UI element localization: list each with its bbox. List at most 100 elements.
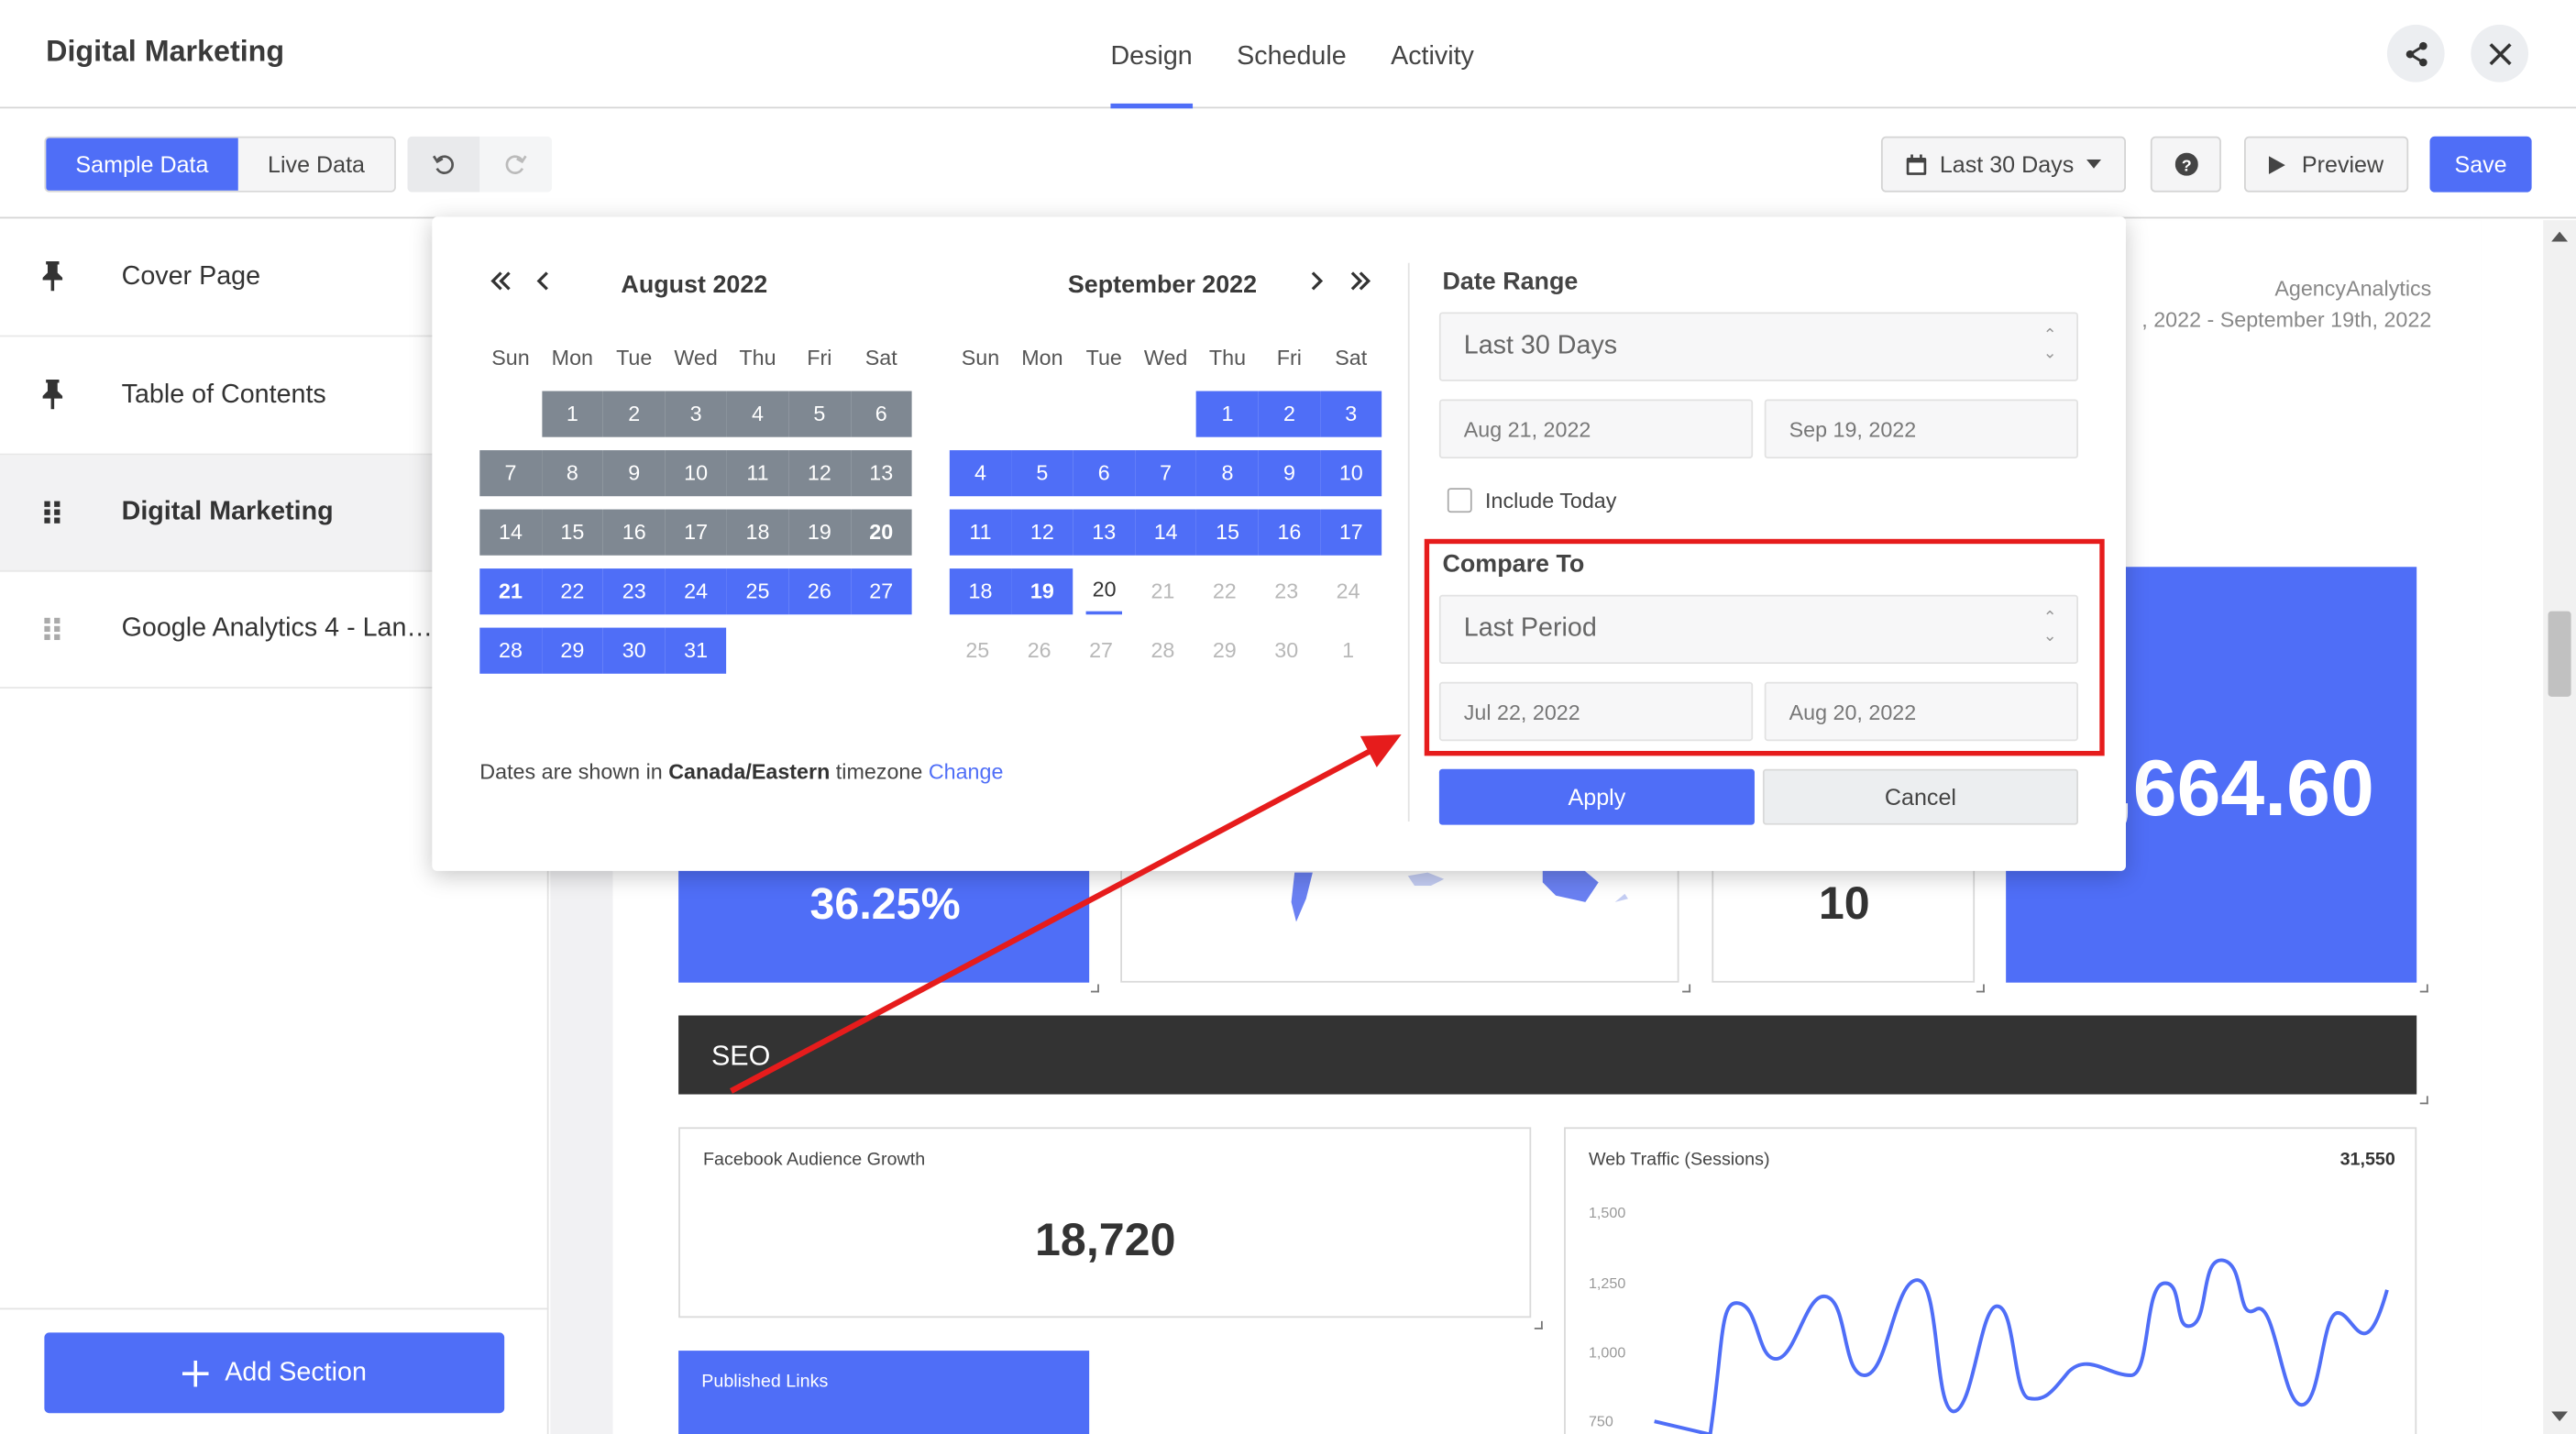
close-button[interactable] (2471, 24, 2529, 83)
calendar-day[interactable]: 8 (541, 450, 604, 497)
calendar-day[interactable]: 17 (665, 509, 727, 556)
calendar-day[interactable]: 15 (541, 509, 604, 556)
save-button[interactable]: Save (2429, 136, 2532, 193)
published-links-card[interactable]: Published Links (678, 1351, 1090, 1434)
next-year-button[interactable] (1349, 266, 1371, 301)
apply-button[interactable]: Apply (1438, 768, 1755, 825)
calendar-day[interactable]: 13 (850, 450, 912, 497)
sidebar-item-label: Cover Page (121, 262, 261, 292)
calendar-day[interactable]: 9 (603, 450, 666, 497)
calendar-day[interactable]: 3 (665, 391, 727, 437)
calendar-day[interactable]: 1 (1196, 391, 1259, 437)
calendar-day[interactable]: 10 (665, 450, 727, 497)
seo-section-header[interactable]: SEO (678, 1015, 2417, 1095)
calendar-day[interactable]: 11 (949, 509, 1012, 556)
add-section-button[interactable]: Add Section (44, 1332, 505, 1414)
calendar-day[interactable]: 16 (1258, 509, 1321, 556)
calendar-day[interactable]: 8 (1196, 450, 1259, 497)
calendar-day[interactable]: 4 (726, 391, 789, 437)
calendar-day[interactable]: 15 (1196, 509, 1259, 556)
calendar-day[interactable]: 2 (603, 391, 666, 437)
tab-design[interactable]: Design (1110, 0, 1193, 109)
preview-button[interactable]: Preview (2244, 136, 2409, 193)
calendar-day[interactable]: 14 (1134, 509, 1197, 556)
calendar-day[interactable]: 23 (1259, 568, 1315, 614)
live-data-button[interactable]: Live Data (237, 138, 395, 191)
range-start-field[interactable]: Aug 21, 2022 (1438, 399, 1754, 458)
redo-button[interactable] (479, 136, 553, 193)
calendar-day[interactable]: 22 (1196, 568, 1252, 614)
tab-activity[interactable]: Activity (1391, 0, 1474, 108)
prev-month-button[interactable] (535, 266, 552, 301)
cancel-button[interactable]: Cancel (1762, 768, 2079, 825)
calendar-day[interactable]: 20 (1085, 568, 1123, 615)
calendar-day[interactable]: 7 (479, 450, 542, 497)
undo-button[interactable] (407, 136, 480, 193)
calendar-day[interactable]: 28 (1135, 628, 1191, 674)
include-today-checkbox[interactable] (1447, 488, 1472, 513)
share-button[interactable] (2386, 24, 2445, 83)
prev-year-button[interactable] (490, 266, 512, 301)
calendar-day[interactable]: 21 (479, 568, 542, 615)
calendar-day[interactable]: 5 (1011, 450, 1073, 497)
resize-handle[interactable] (1976, 984, 1985, 993)
calendar-day[interactable]: 30 (603, 627, 666, 674)
calendar-day[interactable]: 25 (950, 628, 1006, 674)
date-range-select[interactable]: Last 30 Days ⌃ ⌄ (1438, 312, 2079, 381)
calendar-day[interactable]: 4 (949, 450, 1012, 497)
calendar-day[interactable]: 9 (1258, 450, 1321, 497)
calendar-day[interactable]: 17 (1320, 509, 1382, 556)
web-traffic-card[interactable]: Web Traffic (Sessions) 31,550 1,500 1,25… (1564, 1127, 2417, 1434)
resize-handle[interactable] (2419, 984, 2428, 993)
calendar-day[interactable]: 12 (1011, 509, 1073, 556)
calendar-day[interactable]: 14 (479, 509, 542, 556)
calendar-day[interactable]: 25 (726, 568, 789, 615)
next-month-button[interactable] (1308, 266, 1325, 301)
sample-data-button[interactable]: Sample Data (46, 138, 238, 191)
resize-handle[interactable] (2419, 1096, 2428, 1105)
calendar-day[interactable]: 19 (788, 509, 851, 556)
calendar-day[interactable]: 26 (1011, 628, 1067, 674)
calendar-day[interactable]: 27 (850, 568, 912, 615)
range-end-field[interactable]: Sep 19, 2022 (1764, 399, 2079, 458)
facebook-audience-card[interactable]: Facebook Audience Growth 18,720 (678, 1127, 1532, 1318)
calendar-day[interactable]: 12 (788, 450, 851, 497)
calendar-day[interactable]: 24 (665, 568, 727, 615)
calendar-day[interactable]: 29 (541, 627, 604, 674)
scrollbar-thumb[interactable] (2548, 611, 2571, 697)
calendar-day[interactable]: 6 (850, 391, 912, 437)
tab-schedule[interactable]: Schedule (1237, 0, 1347, 108)
resize-handle[interactable] (1090, 984, 1099, 993)
calendar-day[interactable]: 22 (541, 568, 604, 615)
calendar-day[interactable]: 26 (788, 568, 851, 615)
calendar-day[interactable]: 18 (726, 509, 789, 556)
calendar-day[interactable]: 21 (1135, 568, 1191, 614)
calendar-day[interactable]: 10 (1320, 450, 1382, 497)
calendar-day[interactable]: 31 (665, 627, 727, 674)
calendar-day[interactable]: 20 (850, 509, 912, 556)
resize-handle[interactable] (1682, 984, 1691, 993)
calendar-day[interactable]: 1 (1320, 628, 1376, 674)
calendar-day[interactable]: 18 (949, 568, 1012, 615)
calendar-day[interactable]: 13 (1073, 509, 1135, 556)
calendar-day[interactable]: 24 (1320, 568, 1376, 614)
calendar-day[interactable]: 11 (726, 450, 789, 497)
calendar-day[interactable]: 7 (1134, 450, 1197, 497)
date-range-dropdown[interactable]: Last 30 Days (1880, 136, 2126, 193)
calendar-day[interactable]: 29 (1196, 628, 1252, 674)
calendar-day[interactable]: 19 (1011, 568, 1073, 615)
scrollbar[interactable] (2543, 220, 2576, 1434)
change-timezone-link[interactable]: Change (929, 759, 1004, 784)
calendar-day[interactable]: 2 (1258, 391, 1321, 437)
calendar-day[interactable]: 27 (1073, 628, 1129, 674)
calendar-day[interactable]: 3 (1320, 391, 1382, 437)
help-button[interactable]: ? (2150, 136, 2221, 193)
calendar-day[interactable]: 30 (1259, 628, 1315, 674)
calendar-day[interactable]: 28 (479, 627, 542, 674)
resize-handle[interactable] (1534, 1320, 1543, 1329)
calendar-day[interactable]: 6 (1073, 450, 1135, 497)
calendar-day[interactable]: 5 (788, 391, 851, 437)
calendar-day[interactable]: 23 (603, 568, 666, 615)
calendar-day[interactable]: 16 (603, 509, 666, 556)
calendar-day[interactable]: 1 (541, 391, 604, 437)
